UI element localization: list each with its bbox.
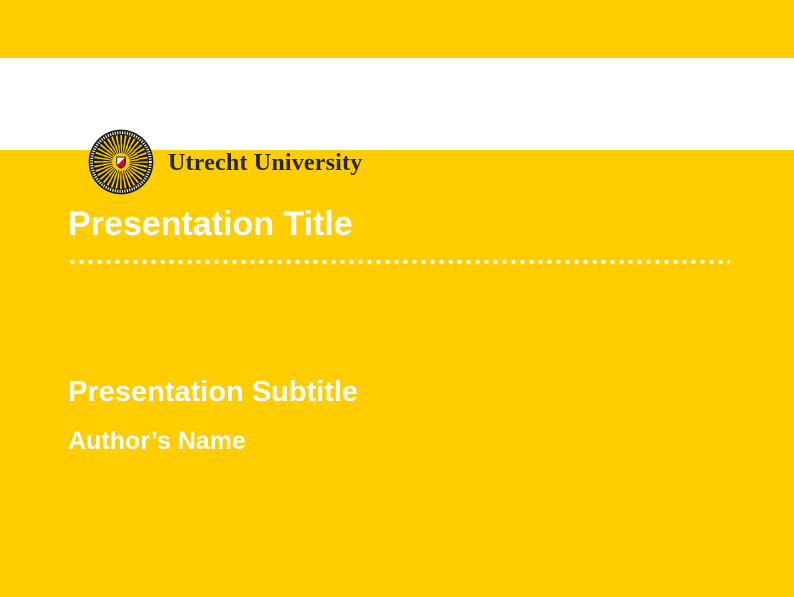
title-slide: Utrecht University Presentation Title Pr… (0, 0, 794, 597)
university-wordmark: Utrecht University (168, 151, 362, 175)
dotted-separator (68, 258, 730, 266)
presentation-subtitle: Presentation Subtitle (68, 378, 358, 407)
header-band: Utrecht University (0, 58, 794, 150)
utrecht-university-seal-icon (88, 129, 154, 195)
author-name: Author’s Name (68, 429, 246, 454)
presentation-title: Presentation Title (68, 207, 353, 241)
